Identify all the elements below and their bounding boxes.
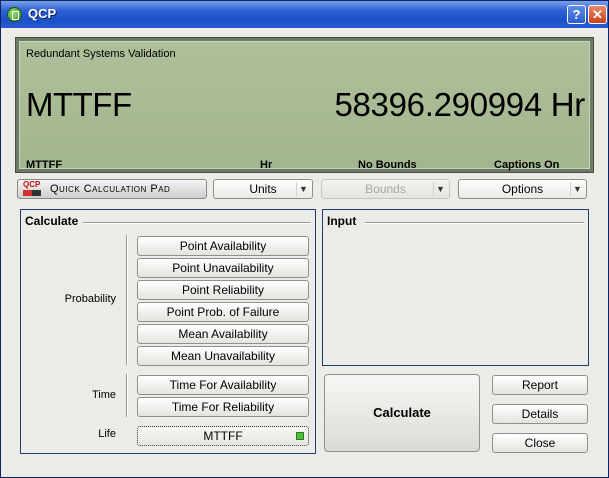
bounds-dropdown: Bounds ▼ [321, 179, 450, 199]
options-label: Options [501, 182, 544, 196]
qcp-logo-icon: QCP [23, 181, 45, 198]
input-panel: Input [322, 209, 589, 366]
title-bar[interactable]: QCP ? ✕ [1, 1, 608, 28]
display-metric: MTTFF [26, 86, 132, 123]
status-captions: Captions On [494, 159, 560, 171]
close-window-button[interactable]: ✕ [588, 5, 607, 24]
life-label: Life [98, 428, 116, 440]
panel-divider [83, 222, 311, 224]
app-icon [7, 7, 22, 22]
point-unavailability-button[interactable]: Point Unavailability [137, 258, 309, 278]
probability-label: Probability [64, 293, 116, 305]
chevron-down-icon: ▼ [433, 182, 447, 196]
options-dropdown[interactable]: Options ▼ [458, 179, 587, 199]
close-button[interactable]: Close [492, 433, 588, 453]
point-reliability-button[interactable]: Point Reliability [137, 280, 309, 300]
status-metric: MTTFF [26, 159, 63, 171]
time-label: Time [91, 389, 116, 401]
mttff-button[interactable]: MTTFF [137, 426, 309, 446]
time-for-reliability-button[interactable]: Time For Reliability [137, 397, 309, 417]
qcp-window: QCP ? ✕ Redundant Systems Validation MTT… [0, 0, 609, 478]
group-divider [126, 235, 128, 365]
result-display: Redundant Systems Validation MTTFF 58396… [19, 41, 590, 171]
display-value: 58396.290994 Hr [334, 86, 585, 123]
panel-divider [365, 222, 584, 224]
status-units: Hr [260, 159, 273, 171]
display-subtitle: Redundant Systems Validation [26, 48, 176, 60]
result-display-frame: Redundant Systems Validation MTTFF 58396… [15, 37, 594, 173]
point-prob-of-failure-button[interactable]: Point Prob. of Failure [137, 302, 309, 322]
units-dropdown[interactable]: Units ▼ [213, 179, 313, 199]
status-bounds: No Bounds [358, 159, 417, 171]
bounds-label: Bounds [365, 182, 406, 196]
units-label: Units [249, 182, 277, 196]
mean-availability-button[interactable]: Mean Availability [137, 324, 309, 344]
mean-unavailability-button[interactable]: Mean Unavailability [137, 346, 309, 366]
calculate-panel-title: Calculate [25, 214, 79, 228]
details-button[interactable]: Details [492, 404, 588, 424]
report-button[interactable]: Report [492, 375, 588, 395]
window-title: QCP [28, 6, 57, 21]
mttff-button-label: MTTFF [203, 429, 243, 443]
qcp-logo: QCP Quick Calculation Pad [17, 179, 207, 199]
qcp-logo-text: Quick Calculation Pad [50, 183, 171, 195]
time-for-availability-button[interactable]: Time For Availability [137, 375, 309, 395]
qcp-badge-text: QCP [23, 180, 41, 189]
group-divider [126, 374, 128, 417]
calculate-panel: Calculate Probability Point Availability… [20, 209, 316, 454]
input-panel-title: Input [327, 214, 357, 228]
help-button[interactable]: ? [567, 5, 586, 24]
point-availability-button[interactable]: Point Availability [137, 236, 309, 256]
selected-indicator-icon [296, 432, 304, 440]
calculate-button[interactable]: Calculate [324, 374, 480, 452]
chevron-down-icon: ▼ [296, 182, 310, 196]
chevron-down-icon: ▼ [570, 182, 584, 196]
